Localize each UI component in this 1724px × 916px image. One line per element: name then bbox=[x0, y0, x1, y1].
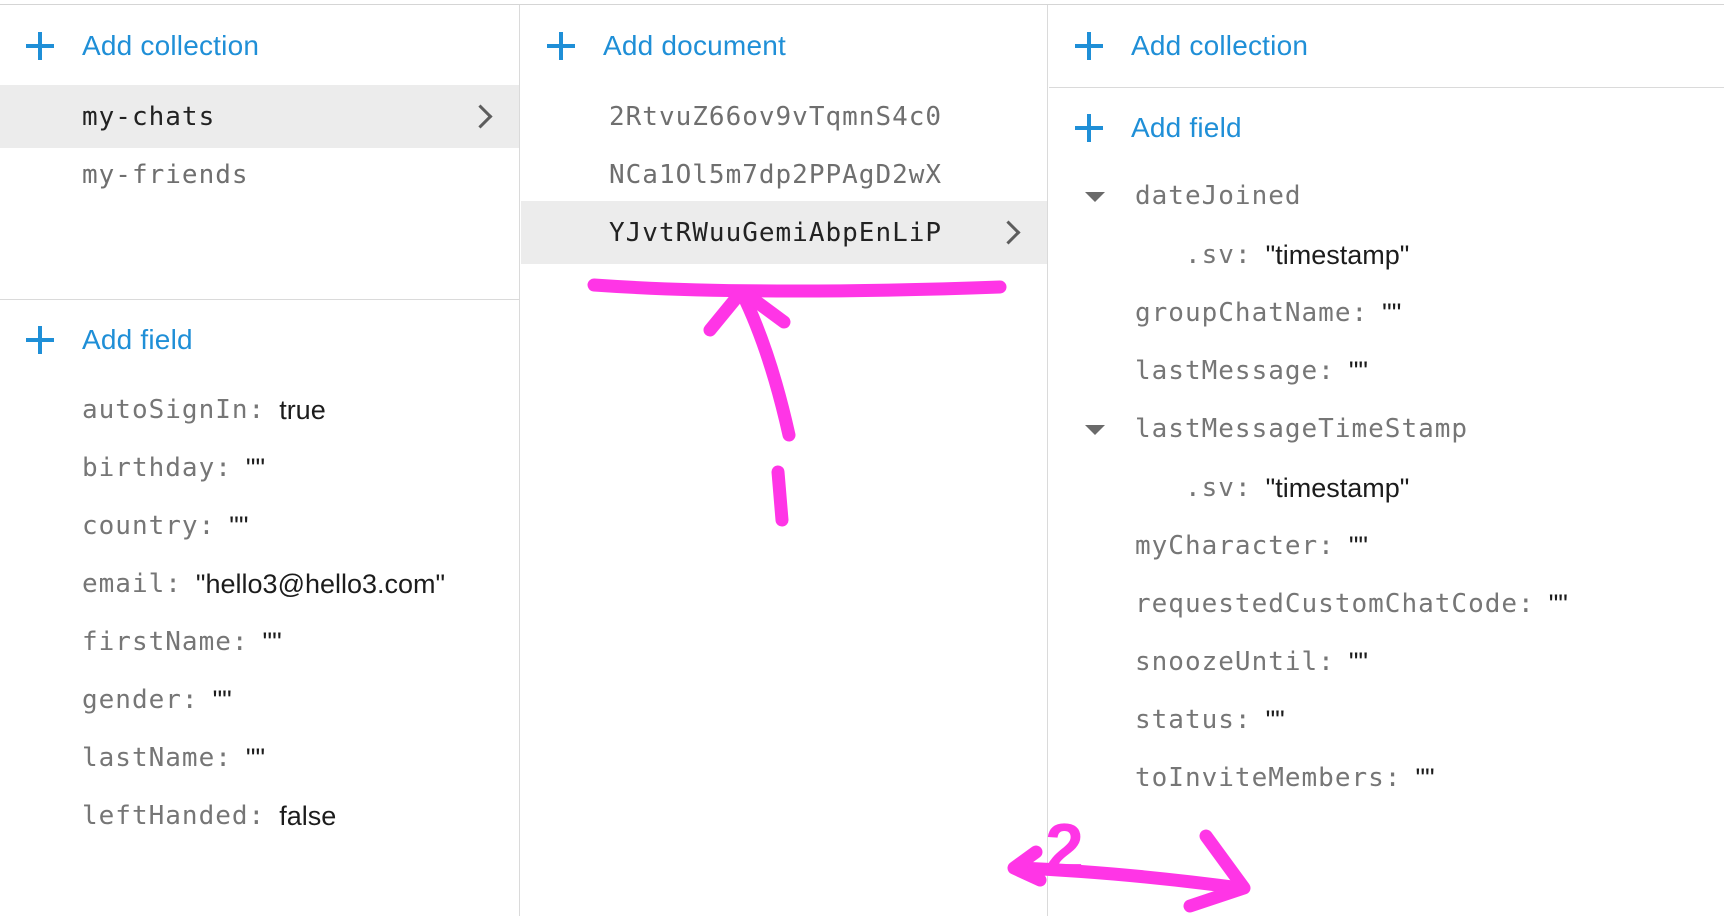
add-subcollection-button[interactable]: Add collection bbox=[1049, 11, 1724, 81]
document-id: YJvtRWuuGemiAbpEnLiP bbox=[609, 217, 943, 248]
add-field-button[interactable]: Add field bbox=[0, 305, 519, 375]
chevron-right-icon bbox=[996, 220, 1021, 245]
field-row[interactable]: lastName: "" bbox=[82, 738, 265, 778]
field-key: autoSignIn: bbox=[82, 395, 266, 425]
field-row[interactable]: myCharacter: "" bbox=[1135, 526, 1368, 566]
panel-divider bbox=[1049, 87, 1724, 88]
add-field-label: Add field bbox=[1131, 112, 1242, 143]
field-row[interactable]: birthday: "" bbox=[82, 448, 265, 488]
plus-icon bbox=[26, 326, 54, 354]
field-key: requestedCustomChatCode: bbox=[1135, 589, 1535, 619]
panel-divider bbox=[0, 299, 519, 300]
add-field-button[interactable]: Add field bbox=[1049, 93, 1724, 163]
collection-item-my-friends[interactable]: my-friends bbox=[0, 143, 519, 206]
field-row[interactable]: email: "hello3@hello3.com" bbox=[82, 564, 445, 604]
field-key: email: bbox=[82, 569, 182, 599]
plus-icon bbox=[1075, 114, 1103, 142]
field-key: snoozeUntil: bbox=[1135, 647, 1335, 677]
plus-icon bbox=[26, 32, 54, 60]
field-key: .sv: bbox=[1185, 473, 1252, 503]
field-row[interactable]: gender: "" bbox=[82, 680, 232, 720]
field-key: toInviteMembers: bbox=[1135, 763, 1402, 793]
field-value: "" bbox=[1382, 297, 1402, 328]
field-key: status: bbox=[1135, 705, 1252, 735]
field-value: "" bbox=[262, 626, 282, 657]
field-key: groupChatName: bbox=[1135, 298, 1369, 328]
document-item[interactable]: 2RtvuZ66ov9vTqmnS4c0 bbox=[521, 85, 1047, 148]
field-value: "" bbox=[1548, 588, 1568, 619]
field-key: dateJoined bbox=[1135, 181, 1302, 211]
chevron-right-icon bbox=[468, 104, 493, 129]
field-key: myCharacter: bbox=[1135, 531, 1335, 561]
field-value: true bbox=[279, 394, 326, 425]
add-document-label: Add document bbox=[603, 30, 786, 61]
field-row[interactable]: snoozeUntil: "" bbox=[1135, 642, 1368, 682]
field-key: leftHanded: bbox=[82, 801, 266, 831]
root-panel: Add collection my-chats my-friends Add f… bbox=[0, 5, 520, 916]
expand-arrow-icon[interactable] bbox=[1085, 425, 1105, 435]
add-field-label: Add field bbox=[82, 324, 193, 355]
field-value: "" bbox=[212, 684, 232, 715]
field-value: "" bbox=[1348, 530, 1369, 561]
field-value: "" bbox=[245, 742, 266, 773]
field-row[interactable]: toInviteMembers: "" bbox=[1135, 758, 1435, 798]
field-key: gender: bbox=[82, 685, 199, 715]
add-document-button[interactable]: Add document bbox=[521, 11, 1047, 81]
field-row[interactable]: leftHanded: false bbox=[82, 796, 336, 836]
field-row[interactable]: lastMessageTimeStamp bbox=[1135, 409, 1468, 449]
field-key: lastMessageTimeStamp bbox=[1135, 414, 1469, 444]
field-value: "" bbox=[245, 452, 266, 483]
field-key: firstName: bbox=[82, 627, 249, 657]
field-value: "" bbox=[229, 510, 249, 541]
field-key: country: bbox=[82, 511, 216, 541]
field-key: birthday: bbox=[82, 453, 232, 483]
field-value: "hello3@hello3.com" bbox=[195, 568, 446, 599]
add-collection-label: Add collection bbox=[1131, 30, 1309, 61]
nested-field-row[interactable]: .sv: "timestamp" bbox=[1185, 468, 1409, 508]
field-row[interactable]: autoSignIn: true bbox=[82, 390, 326, 430]
field-row[interactable]: requestedCustomChatCode: "" bbox=[1135, 584, 1568, 624]
field-key: .sv: bbox=[1185, 240, 1252, 270]
add-collection-label: Add collection bbox=[82, 30, 260, 61]
field-row[interactable]: dateJoined bbox=[1135, 176, 1302, 216]
collection-item-label: my-chats bbox=[82, 101, 216, 132]
field-row[interactable]: country: "" bbox=[82, 506, 248, 546]
field-value: "" bbox=[1415, 762, 1435, 793]
document-panel: Add collection Add field dateJoined .sv:… bbox=[1049, 5, 1724, 916]
field-row[interactable]: status: "" bbox=[1135, 700, 1285, 740]
field-row[interactable]: lastMessage: "" bbox=[1135, 351, 1368, 391]
document-id: 2RtvuZ66ov9vTqmnS4c0 bbox=[609, 101, 943, 132]
field-row[interactable]: groupChatName: "" bbox=[1135, 293, 1401, 333]
document-item[interactable]: NCa1Ol5m7dp2PPAgD2wX bbox=[521, 143, 1047, 206]
field-key: lastMessage: bbox=[1135, 356, 1335, 386]
add-collection-button[interactable]: Add collection bbox=[0, 11, 519, 81]
field-value: "timestamp" bbox=[1265, 472, 1410, 503]
field-value: "timestamp" bbox=[1265, 239, 1410, 270]
field-key: lastName: bbox=[82, 743, 232, 773]
collection-item-my-chats[interactable]: my-chats bbox=[0, 85, 519, 148]
collection-item-label: my-friends bbox=[82, 159, 249, 190]
field-value: "" bbox=[1265, 704, 1285, 735]
field-value: "" bbox=[1348, 646, 1369, 677]
document-item-selected[interactable]: YJvtRWuuGemiAbpEnLiP bbox=[521, 201, 1047, 264]
document-id: NCa1Ol5m7dp2PPAgD2wX bbox=[609, 159, 943, 190]
expand-arrow-icon[interactable] bbox=[1085, 192, 1105, 202]
field-value: false bbox=[279, 800, 337, 831]
plus-icon bbox=[547, 32, 575, 60]
collection-panel: Add document 2RtvuZ66ov9vTqmnS4c0 NCa1Ol… bbox=[521, 5, 1048, 916]
plus-icon bbox=[1075, 32, 1103, 60]
nested-field-row[interactable]: .sv: "timestamp" bbox=[1185, 235, 1409, 275]
field-value: "" bbox=[1348, 355, 1369, 386]
field-row[interactable]: firstName: "" bbox=[82, 622, 282, 662]
